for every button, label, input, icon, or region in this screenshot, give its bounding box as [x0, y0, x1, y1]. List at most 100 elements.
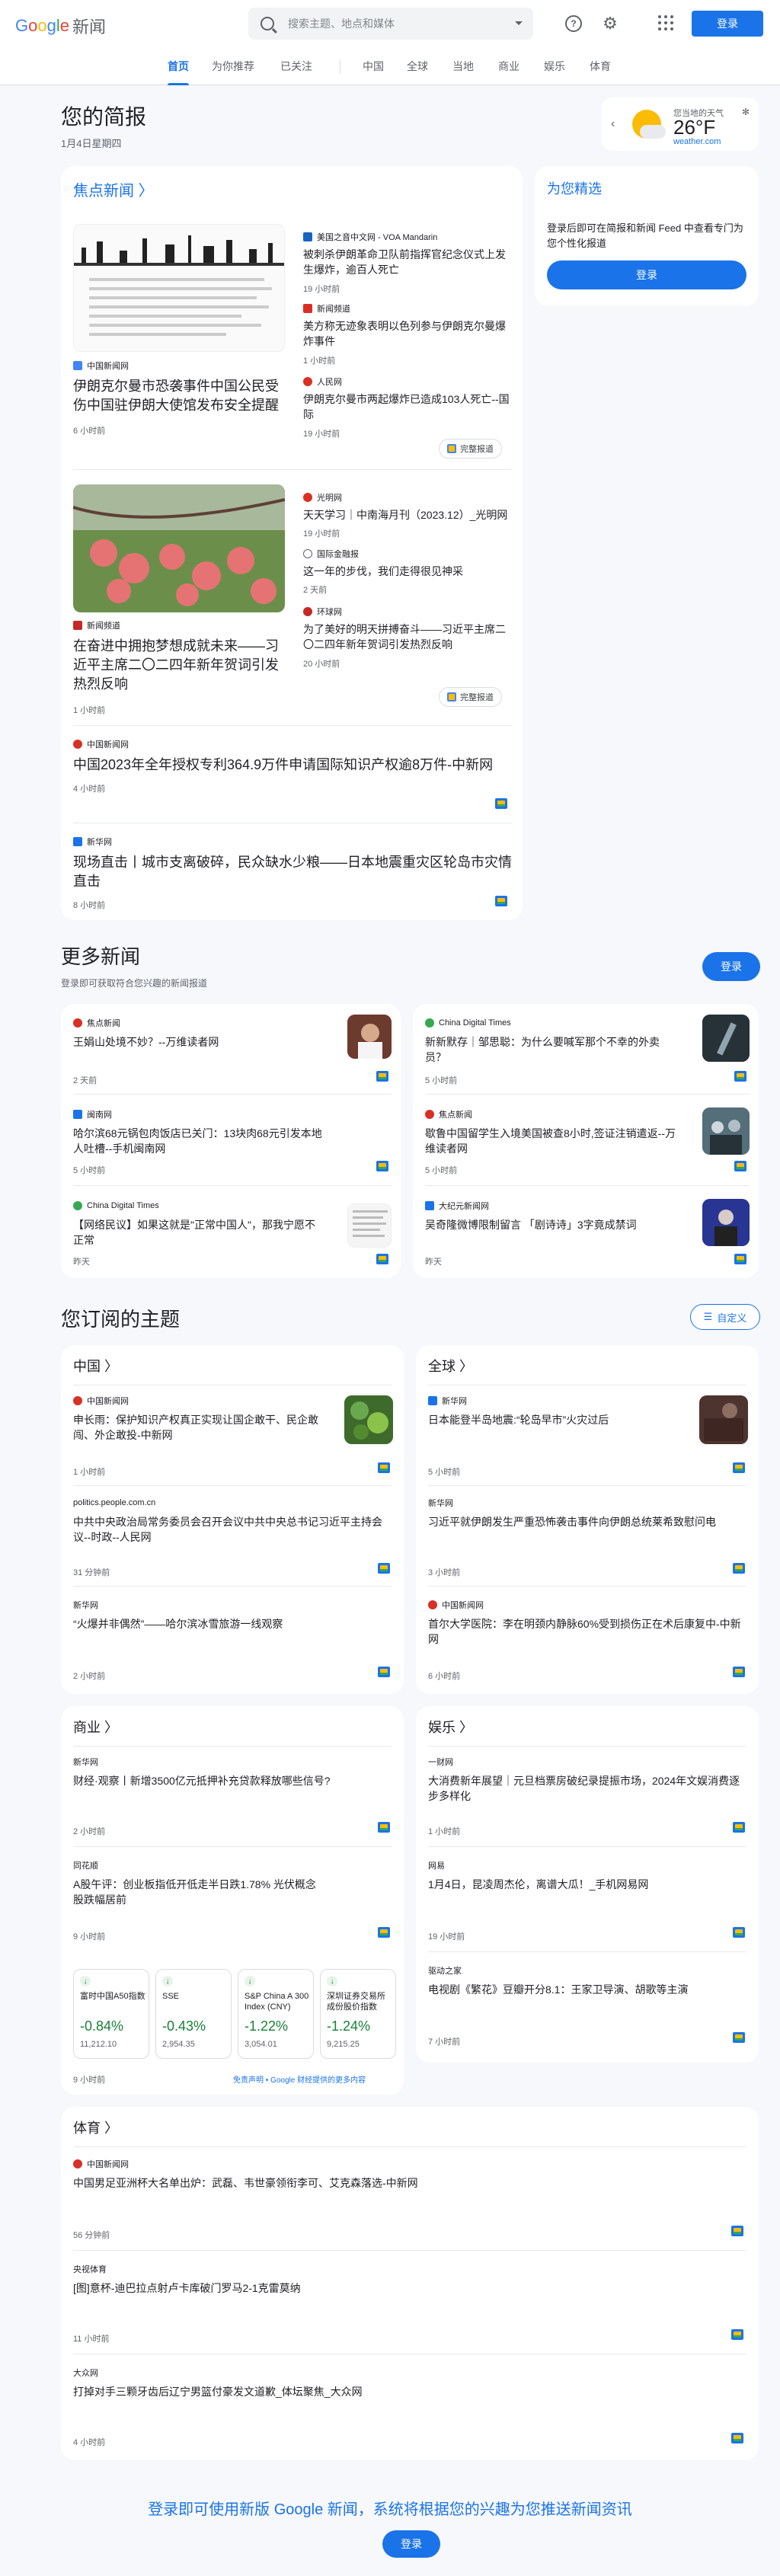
story-headline[interactable]: 美方称无迹象表明以色列参与伊朗克尔曼爆炸事件 — [303, 318, 513, 350]
full-coverage-icon[interactable] — [378, 1563, 390, 1574]
story-headline[interactable]: 在奋进中拥抱梦想成就未来——习近平主席二〇二四年新年贺词引发热烈反响 — [73, 637, 285, 695]
topic-story[interactable]: politics.people.com.cn 中共中央政治局常务委员会召开会议中… — [73, 1497, 392, 1545]
tab-business[interactable]: 商业 — [498, 47, 519, 85]
full-coverage-icon[interactable] — [378, 1667, 390, 1677]
help-icon[interactable]: ? — [565, 15, 582, 32]
topic-story[interactable]: 驱动之家 电视剧《繁花》豆瓣开分8.1：王家卫导演、胡歌等主演 — [428, 1965, 746, 1997]
full-coverage-icon[interactable] — [734, 1161, 746, 1171]
finance-disclaimer-link[interactable]: 免责声明 • Google 财经提供的更多内容 — [233, 2073, 366, 2085]
full-coverage-icon[interactable] — [376, 1254, 388, 1264]
top-story-1[interactable]: 中国新闻网 伊朗克尔曼市恐袭事件中国公民受伤中国驻伊朗大使馆发布安全提醒 6 小… — [73, 360, 285, 436]
full-coverage-icon[interactable] — [734, 1071, 746, 1082]
topic-story[interactable]: 大众网 打掉对手三颗牙齿后辽宁男篮付豪发文道歉_体坛聚焦_大众网 — [73, 2367, 728, 2399]
story-headline[interactable]: 首尔大学医院：李在明颈内静脉60%受到损伤正在术后康复中-中新网 — [428, 1616, 746, 1648]
story-headline[interactable]: 伊朗克尔曼市恐袭事件中国公民受伤中国驻伊朗大使馆发布安全提醒 — [73, 377, 285, 415]
topic-story[interactable]: 中国新闻网 申长雨：保护知识产权真正实现让国企敢干、民企敢闯、外企敢投-中新网 — [73, 1395, 329, 1443]
full-coverage-icon[interactable] — [378, 1927, 390, 1938]
more-story[interactable]: 大纪元新闻网 吴奇隆微博限制留言 「剧诗诗」3字竟成禁词 — [425, 1200, 684, 1232]
full-coverage-icon[interactable] — [731, 2226, 743, 2236]
full-coverage-icon[interactable] — [378, 1462, 390, 1473]
footer-sign-in-button[interactable]: 登录 — [382, 2530, 440, 2558]
story-image[interactable] — [73, 484, 285, 612]
full-coverage-button[interactable]: 完整报道 — [439, 439, 502, 459]
top-story-2[interactable]: 新闻频道 在奋进中拥抱梦想成就未来——习近平主席二〇二四年新年贺词引发热烈反响 … — [73, 620, 285, 716]
story-headline[interactable]: “火爆并非偶然”——哈尔滨冰雪旅游一线观察 — [73, 1616, 392, 1632]
chevron-down-icon[interactable] — [515, 21, 523, 25]
top-story-3[interactable]: 中国新闻网 中国2023年全年授权专利364.9万件申请国际知识产权逾8万件-中… — [73, 739, 512, 794]
related-story[interactable]: 人民网 伊朗克尔曼市两起爆炸已造成103人死亡--国际 19 小时前 — [303, 376, 513, 439]
tab-entertainment[interactable]: 娱乐 — [544, 47, 565, 85]
full-coverage-icon[interactable] — [731, 2329, 743, 2340]
topic-story[interactable]: 同花顺 A股午评：创业板指低开低走半日跌1.78% 光伏概念股跌幅居前 — [73, 1860, 324, 1908]
more-story[interactable]: 焦点新闻 王娟山处境不妙？--万维读者网 — [73, 1018, 324, 1050]
related-story[interactable]: 光明网 天天学习｜中南海月刊（2023.12）_光明网 19 小时前 — [303, 492, 513, 539]
related-story[interactable]: 环球网 为了美好的明天拼搏奋斗——习近平主席二〇二四年新年贺词引发热烈反响 20… — [303, 606, 513, 670]
full-coverage-icon[interactable] — [378, 1822, 390, 1833]
story-headline[interactable]: A股午评：创业板指低开低走半日跌1.78% 光伏概念股跌幅居前 — [73, 1877, 324, 1908]
full-coverage-icon[interactable] — [733, 1462, 745, 1473]
story-headline[interactable]: 为了美好的明天拼搏奋斗——习近平主席二〇二四年新年贺词引发热烈反响 — [303, 622, 513, 653]
full-coverage-icon[interactable] — [733, 1822, 745, 1833]
full-coverage-icon[interactable] — [731, 2433, 743, 2443]
tab-home[interactable]: 首页 — [168, 47, 189, 85]
stock-card[interactable]: ↓ SSE -0.43% 2,954.35 — [155, 1969, 232, 2059]
full-coverage-icon[interactable] — [733, 1927, 745, 1938]
story-thumbnail[interactable] — [702, 1199, 750, 1246]
full-coverage-icon[interactable] — [495, 798, 507, 809]
stock-card[interactable]: ↓ 深圳证券交易所成份股价指数 -1.24% 9,215.25 — [320, 1969, 396, 2059]
story-headline[interactable]: 打掉对手三颗牙齿后辽宁男篮付豪发文道歉_体坛聚焦_大众网 — [73, 2384, 728, 2399]
full-coverage-icon[interactable] — [376, 1071, 388, 1082]
topic-story[interactable]: 一财网 大消费新年展望｜元旦档票房破纪录提振市场，2024年文娱消费逐步多样化 — [428, 1756, 746, 1804]
story-thumbnail[interactable] — [344, 1395, 393, 1444]
top-stories-title[interactable]: 焦点新闻 〉 — [73, 178, 154, 200]
story-headline[interactable]: 习近平就伊朗发生严重恐怖袭击事件向伊朗总统莱希致慰问电 — [428, 1514, 746, 1529]
chevron-left-icon[interactable]: ‹ — [611, 117, 615, 131]
story-headline[interactable]: 天天学习｜中南海月刊（2023.12）_光明网 — [303, 507, 513, 523]
full-coverage-icon[interactable] — [733, 2032, 745, 2043]
story-headline[interactable]: 吴奇隆微博限制留言 「剧诗诗」3字竟成禁词 — [425, 1217, 684, 1232]
search-icon[interactable] — [261, 17, 274, 30]
topic-title-world[interactable]: 全球 〉 — [428, 1356, 473, 1376]
story-headline[interactable]: 中国2023年全年授权专利364.9万件申请国际知识产权逾8万件-中新网 — [73, 756, 512, 775]
topic-story[interactable]: 央视体育 [图]意杯-迪巴拉点射卢卡库破门罗马2-1克雷莫纳 — [73, 2264, 728, 2296]
topic-story[interactable]: 中国新闻网 中国男足亚洲杯大名单出炉：武磊、韦世豪领衔李可、艾克森落选-中新网 — [73, 2159, 728, 2191]
related-story[interactable]: 国际金融报 这一年的步伐，我们走得很见神采 2 天前 — [303, 548, 513, 596]
story-headline[interactable]: 申长雨：保护知识产权真正实现让国企敢干、民企敢闯、外企敢投-中新网 — [73, 1412, 329, 1443]
topic-story[interactable]: 中国新闻网 首尔大学医院：李在明颈内静脉60%受到损伤正在术后康复中-中新网 — [428, 1600, 746, 1648]
topic-story[interactable]: 网易 1月4日，昆凌周杰伦，离谱大瓜！_手机网易网 — [428, 1860, 746, 1892]
story-headline[interactable]: 大消费新年展望｜元旦档票房破纪录提振市场，2024年文娱消费逐步多样化 — [428, 1773, 746, 1804]
more-story[interactable]: China Digital Times 【网络民议】如果这就是"正常中国人"，那… — [73, 1200, 324, 1248]
full-coverage-button[interactable]: 完整报道 — [439, 687, 502, 707]
story-headline[interactable]: 日本能登半岛地震:“轮岛早市”火灾过后 — [428, 1412, 684, 1427]
customize-button[interactable]: ☰ 自定义 — [690, 1304, 760, 1330]
story-thumbnail[interactable] — [699, 1395, 748, 1444]
tab-china[interactable]: 中国 — [363, 47, 384, 85]
full-coverage-icon[interactable] — [733, 1563, 745, 1574]
story-headline[interactable]: 王娟山处境不妙？--万维读者网 — [73, 1034, 324, 1050]
info-icon[interactable]: ✻ — [742, 107, 750, 117]
story-headline[interactable]: 1月4日，昆凌周杰伦，离谱大瓜！_手机网易网 — [428, 1877, 746, 1892]
story-image[interactable] — [73, 224, 285, 352]
related-story[interactable]: 新闻频道 美方称无迹象表明以色列参与伊朗克尔曼爆炸事件 1 小时前 — [303, 303, 513, 366]
search-box[interactable]: 搜索主题、地点和媒体 — [248, 8, 533, 40]
stock-card[interactable]: ↓ S&P China A 300 Index (CNY) -1.22% 3,054.… — [238, 1969, 314, 2059]
story-thumbnail[interactable] — [702, 1107, 750, 1155]
story-headline[interactable]: 这一年的步伐，我们走得很见神采 — [303, 564, 513, 579]
story-headline[interactable]: 被刺杀伊朗革命卫队前指挥官纪念仪式上发生爆炸，逾百人死亡 — [303, 247, 513, 278]
story-headline[interactable]: 财经·观察丨新增3500亿元抵押补充贷款释放哪些信号? — [73, 1773, 392, 1788]
story-headline[interactable]: 哈尔滨68元锅包肉饭店已关门：13块肉68元引发本地人吐槽--手机闽南网 — [73, 1126, 324, 1157]
story-headline[interactable]: 【网络民议】如果这就是"正常中国人"，那我宁愿不正常 — [73, 1217, 324, 1248]
top-story-4[interactable]: 新华网 现场直击丨城市支离破碎，民众缺水少粮——日本地震重灾区轮岛市灾情直击 8… — [73, 836, 512, 911]
story-headline[interactable]: 中国男足亚洲杯大名单出炉：武磊、韦世豪领衔李可、艾克森落选-中新网 — [73, 2175, 728, 2191]
topic-title-business[interactable]: 商业 〉 — [73, 1717, 118, 1737]
topic-title-china[interactable]: 中国 〉 — [73, 1356, 118, 1376]
weather-widget[interactable]: ‹ 您当地的天气 26°F weather.com ✻ — [602, 97, 759, 151]
story-headline[interactable]: 中共中央政治局常务委员会召开会议中共中央总书记习近平主持会议--时政--人民网 — [73, 1514, 392, 1545]
topic-title-sports[interactable]: 体育 〉 — [73, 2117, 118, 2137]
sign-in-button[interactable]: 登录 — [692, 11, 763, 37]
more-story[interactable]: 焦点新闻 歇鲁中国留学生入境美国被查8小时,签证注销遣返--万维读者网 — [425, 1109, 684, 1157]
picks-sign-in-button[interactable]: 登录 — [547, 260, 746, 289]
apps-grid-icon[interactable] — [658, 15, 673, 30]
full-coverage-icon[interactable] — [495, 896, 507, 906]
story-thumbnail[interactable] — [702, 1015, 750, 1062]
